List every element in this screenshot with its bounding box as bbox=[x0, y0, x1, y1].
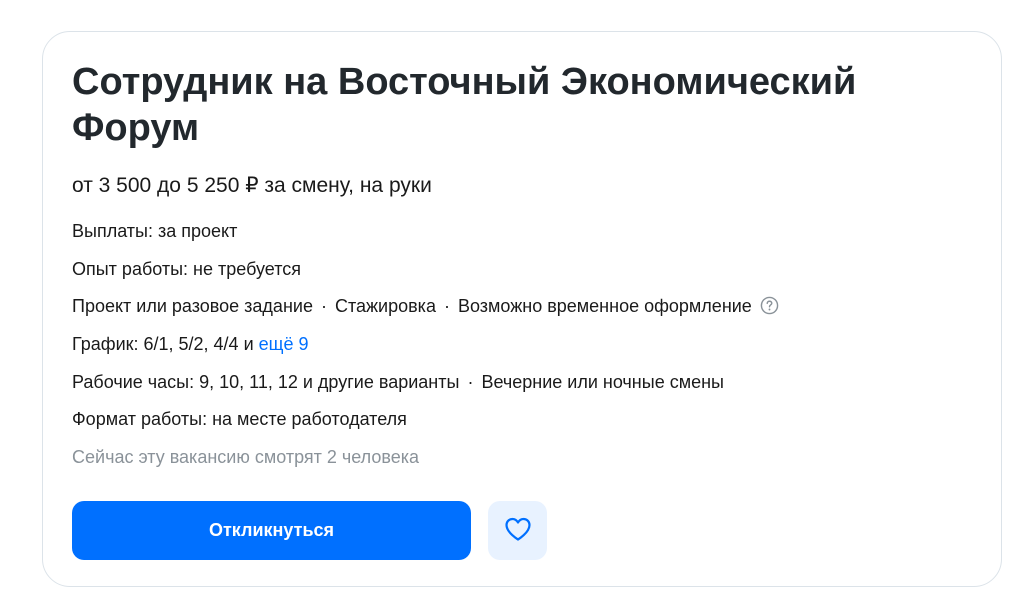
employment-type-project: Проект или разовое задание bbox=[72, 296, 313, 316]
heart-icon bbox=[503, 515, 533, 546]
payments-info: Выплаты: за проект bbox=[72, 221, 238, 241]
favorite-button[interactable] bbox=[488, 501, 547, 560]
salary: от 3 500 до 5 250 ₽ за смену, на руки bbox=[72, 174, 432, 197]
work-hours-info: Рабочие часы: 9, 10, 11, 12 и другие вар… bbox=[72, 369, 724, 395]
schedule-label: График: 6/1, 5/2, 4/4 и bbox=[72, 334, 259, 354]
schedule-more-link[interactable]: ещё 9 bbox=[259, 334, 309, 354]
separator-dot: · bbox=[467, 372, 474, 392]
vacancy-card: Сотрудник на Восточный Экономический Фор… bbox=[42, 31, 1002, 587]
employment-type-internship: Стажировка bbox=[334, 296, 436, 316]
experience-info: Опыт работы: не требуется bbox=[72, 259, 301, 279]
separator-dot: · bbox=[443, 296, 450, 316]
shifts: Вечерние или ночные смены bbox=[481, 372, 724, 392]
vacancy-title: Сотрудник на Восточный Экономический Фор… bbox=[72, 61, 857, 149]
schedule-info: График: 6/1, 5/2, 4/4 и ещё 9 bbox=[72, 331, 308, 357]
work-hours: Рабочие часы: 9, 10, 11, 12 и другие вар… bbox=[72, 372, 460, 392]
employment-type-temporary: Возможно временное оформление bbox=[457, 296, 752, 316]
viewers-count: Сейчас эту вакансию смотрят 2 человека bbox=[72, 447, 420, 467]
question-circle-icon[interactable] bbox=[760, 296, 779, 322]
work-format-info: Формат работы: на месте работодателя bbox=[72, 409, 407, 429]
apply-button[interactable]: Откликнуться bbox=[72, 501, 471, 560]
separator-dot: · bbox=[320, 296, 327, 316]
employment-types: Проект или разовое задание · Стажировка · Во… bbox=[72, 293, 779, 322]
